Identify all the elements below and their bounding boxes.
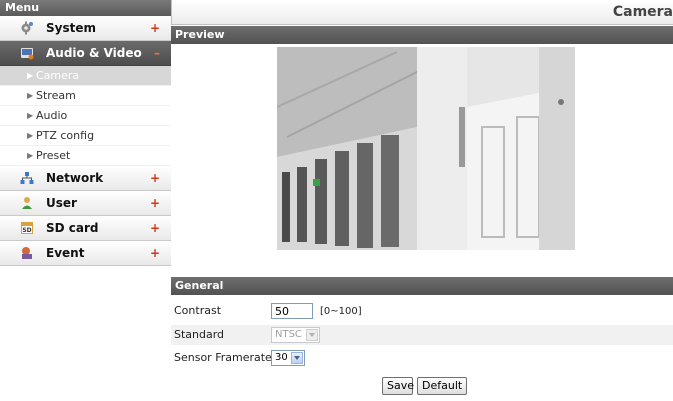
camera-preview-image — [277, 47, 575, 250]
sidebar: Menu System + Audio & Video – ▶ Camera ▶… — [0, 0, 171, 401]
sidebar-item-user[interactable]: User + — [0, 191, 171, 216]
sidebar-item-label: Event — [46, 246, 85, 260]
sidebar-item-label: SD card — [46, 221, 99, 235]
sd-card-icon: SD — [21, 222, 33, 234]
camera-preview-scene — [277, 47, 575, 250]
sidebar-subitem-label: PTZ config — [36, 129, 95, 142]
sidebar-subitem-ptz-config[interactable]: ▶ PTZ config — [0, 126, 171, 146]
chevron-right-icon: ▶ — [27, 71, 34, 80]
sidebar-item-label: Audio & Video — [46, 46, 142, 60]
sensor-framerate-select[interactable]: 30 — [271, 350, 305, 366]
chevron-right-icon: ▶ — [27, 91, 34, 100]
standard-label: Standard — [174, 328, 225, 341]
sidebar-subitem-label: Camera — [36, 69, 80, 82]
contrast-label: Contrast — [174, 304, 222, 317]
chevron-right-icon: ▶ — [27, 111, 34, 120]
contrast-row: Contrast [0~100] — [171, 301, 673, 321]
sensor-framerate-row: Sensor Framerate 30 — [171, 348, 673, 368]
chevron-right-icon: ▶ — [27, 151, 34, 160]
standard-select: NTSC — [271, 327, 320, 343]
sidebar-subitem-label: Preset — [36, 149, 71, 162]
network-icon — [20, 172, 34, 184]
general-section-header: General — [171, 277, 673, 295]
sensor-framerate-label: Sensor Framerate — [174, 351, 272, 364]
chevron-down-icon — [306, 329, 318, 341]
sidebar-subitem-label: Stream — [36, 89, 76, 102]
sidebar-subitem-camera[interactable]: ▶ Camera — [0, 66, 171, 86]
chevron-down-icon[interactable] — [291, 352, 303, 364]
user-icon — [22, 197, 32, 209]
default-button[interactable]: Default — [417, 377, 467, 395]
sidebar-item-label: Network — [46, 171, 104, 185]
contrast-range-hint: [0~100] — [320, 306, 362, 317]
expand-icon[interactable]: + — [150, 166, 160, 190]
expand-icon[interactable]: + — [150, 241, 160, 265]
sidebar-item-sd-card[interactable]: SD SD card + — [0, 216, 171, 241]
sidebar-item-event[interactable]: Event + — [0, 241, 171, 266]
standard-select-value: NTSC — [275, 329, 302, 340]
contrast-input[interactable] — [271, 303, 313, 319]
chevron-right-icon: ▶ — [27, 131, 34, 140]
sidebar-item-label: System — [46, 21, 96, 35]
sd-icon-text: SD — [22, 227, 31, 234]
main-panel: Camera Preview General Contrast 50 [0~10… — [171, 0, 673, 401]
save-button[interactable]: Save — [382, 377, 414, 395]
menu-header: Menu — [0, 0, 171, 16]
sidebar-subitem-stream[interactable]: ▶ Stream — [0, 86, 171, 106]
expand-icon[interactable]: + — [150, 191, 160, 215]
sidebar-item-label: User — [46, 196, 77, 210]
sidebar-item-system[interactable]: System + — [0, 16, 171, 41]
expand-icon[interactable]: + — [150, 216, 160, 240]
collapse-icon[interactable]: – — [154, 41, 160, 65]
sensor-framerate-value: 30 — [275, 352, 288, 363]
sidebar-subitem-preset[interactable]: ▶ Preset — [0, 146, 171, 166]
sidebar-item-network[interactable]: Network + — [0, 166, 171, 191]
preview-section-header: Preview — [171, 26, 673, 44]
sidebar-subitem-label: Audio — [36, 109, 68, 122]
expand-icon[interactable]: + — [150, 16, 160, 40]
event-icon — [22, 247, 32, 259]
audio-video-icon — [21, 48, 34, 60]
sidebar-item-audio-video[interactable]: Audio & Video – — [0, 41, 171, 66]
page-title: Camera — [171, 0, 673, 25]
gear-icon — [21, 21, 33, 35]
standard-row: Standard NTSC — [171, 325, 673, 345]
sidebar-subitem-audio[interactable]: ▶ Audio — [0, 106, 171, 126]
